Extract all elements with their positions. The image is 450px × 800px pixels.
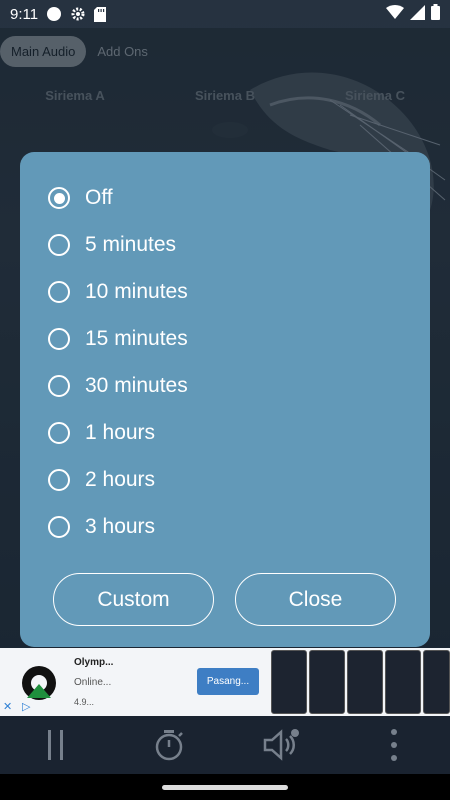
ad-screenshot bbox=[385, 650, 421, 714]
radio-unselected-icon[interactable] bbox=[48, 516, 70, 538]
ad-banner[interactable]: Olymp... Online... 4.9... Pasang... ✕ ▷ bbox=[0, 648, 450, 716]
ad-install-button[interactable]: Pasang... bbox=[197, 668, 259, 695]
ad-screenshot bbox=[309, 650, 345, 714]
option-10-minutes[interactable]: 10 minutes bbox=[48, 277, 188, 307]
circle-icon bbox=[46, 6, 62, 22]
option-label: 15 minutes bbox=[85, 327, 188, 350]
player-control-bar bbox=[0, 716, 450, 774]
ad-subtitle: Online... bbox=[74, 677, 112, 688]
volume-icon[interactable] bbox=[256, 720, 306, 770]
option-label: 5 minutes bbox=[85, 233, 177, 256]
option-1-hours[interactable]: 1 hours bbox=[48, 418, 155, 448]
ad-screenshot bbox=[347, 650, 383, 714]
option-label: 10 minutes bbox=[85, 280, 188, 303]
option-off[interactable]: Off bbox=[48, 183, 113, 213]
ad-info-icon[interactable]: ▷ bbox=[22, 700, 30, 713]
radio-unselected-icon[interactable] bbox=[48, 281, 70, 303]
option-5-minutes[interactable]: 5 minutes bbox=[48, 230, 176, 260]
custom-button[interactable]: Custom bbox=[53, 573, 214, 626]
more-vert-icon[interactable] bbox=[369, 720, 419, 770]
ad-screenshot bbox=[271, 650, 307, 714]
option-30-minutes[interactable]: 30 minutes bbox=[48, 371, 188, 401]
radio-unselected-icon[interactable] bbox=[48, 469, 70, 491]
system-nav-bar bbox=[0, 774, 450, 800]
signal-icon bbox=[410, 4, 425, 24]
option-label: 30 minutes bbox=[85, 374, 188, 397]
close-button[interactable]: Close bbox=[235, 573, 396, 626]
option-2-hours[interactable]: 2 hours bbox=[48, 465, 155, 495]
ad-screenshot bbox=[423, 650, 450, 714]
timer-icon[interactable] bbox=[144, 720, 194, 770]
sleep-timer-dialog: Off 5 minutes 10 minutes 15 minutes 30 m… bbox=[20, 152, 430, 647]
pause-icon[interactable] bbox=[31, 720, 81, 770]
status-time: 9:11 bbox=[10, 5, 39, 23]
option-label: 1 hours bbox=[85, 421, 156, 444]
radio-unselected-icon[interactable] bbox=[48, 234, 70, 256]
option-label: 3 hours bbox=[85, 515, 156, 538]
option-label: Off bbox=[85, 186, 113, 209]
home-indicator[interactable] bbox=[162, 785, 288, 790]
status-bar: 9:11 bbox=[0, 0, 450, 28]
ad-close-icon[interactable]: ✕ bbox=[3, 700, 12, 713]
sd-card-icon bbox=[94, 6, 107, 22]
option-15-minutes[interactable]: 15 minutes bbox=[48, 324, 188, 354]
radio-unselected-icon[interactable] bbox=[48, 328, 70, 350]
radio-unselected-icon[interactable] bbox=[48, 375, 70, 397]
ad-app-logo bbox=[22, 666, 56, 700]
radio-selected-icon[interactable] bbox=[48, 187, 70, 209]
wifi-icon bbox=[386, 5, 404, 23]
radio-unselected-icon[interactable] bbox=[48, 422, 70, 444]
battery-icon bbox=[431, 4, 440, 24]
ad-title: Olymp... bbox=[74, 657, 114, 668]
ad-rating: 4.9... bbox=[74, 697, 95, 707]
option-3-hours[interactable]: 3 hours bbox=[48, 512, 155, 542]
option-label: 2 hours bbox=[85, 468, 156, 491]
gear-icon bbox=[70, 6, 86, 22]
